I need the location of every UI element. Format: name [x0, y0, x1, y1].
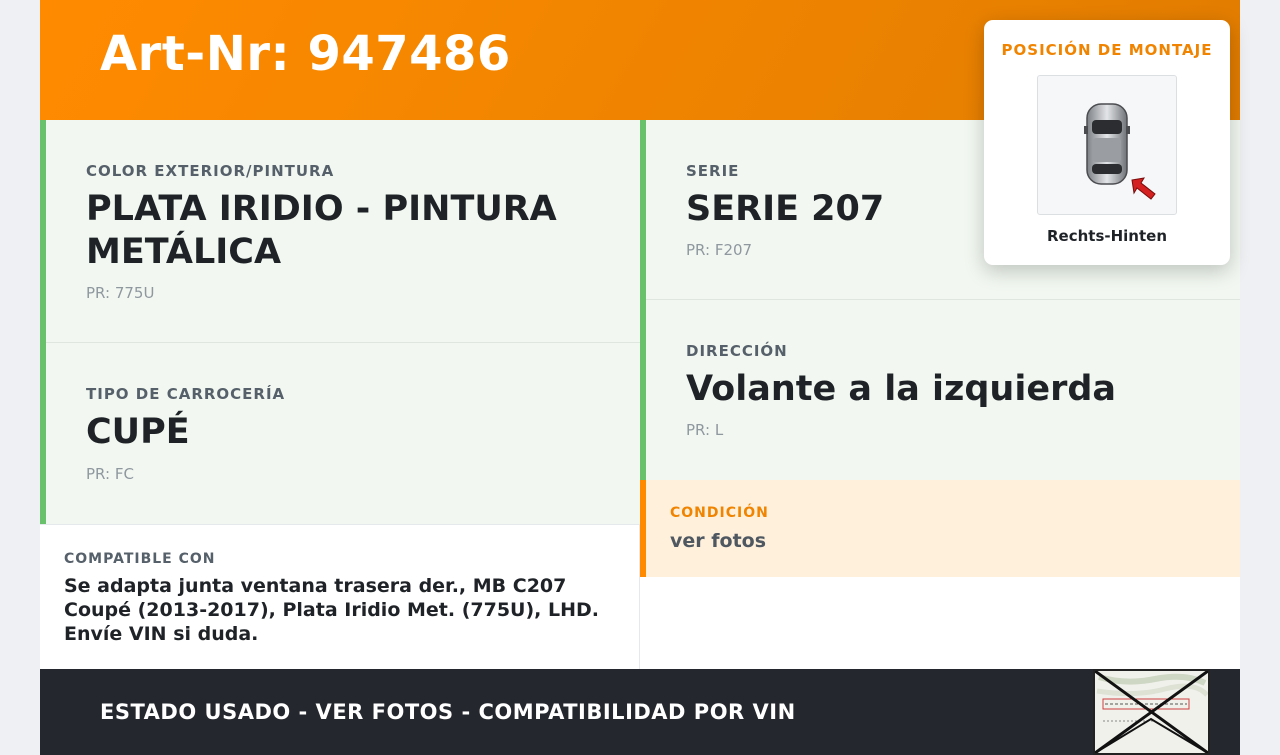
article-number-title: Art-Nr: 947486: [100, 26, 511, 82]
body-type-pr-code: PR: FC: [86, 465, 134, 483]
steering-cell: DIRECCIÓN Volante a la izquierda PR: L: [640, 300, 1240, 480]
steering-label: DIRECCIÓN: [686, 342, 788, 360]
body-type-value: CUPÉ: [86, 412, 190, 452]
mounting-position-image[interactable]: [1037, 75, 1177, 215]
footer-text: ESTADO USADO - VER FOTOS - COMPATIBILIDA…: [100, 700, 796, 724]
column-divider: [639, 524, 640, 669]
vehicle-document-thumbnail[interactable]: [1093, 669, 1210, 755]
condition-box: CONDICIÓN ver fotos: [640, 480, 1240, 577]
condition-value: ver fotos: [670, 530, 767, 552]
mounting-position-title: POSICIÓN DE MONTAJE: [1001, 41, 1213, 59]
red-arrow-icon: [1131, 177, 1156, 200]
mounting-position-card: POSICIÓN DE MONTAJE Rechts-Hinten: [984, 20, 1230, 265]
document-image-icon: [1094, 669, 1209, 755]
mounting-position-caption: Rechts-Hinten: [1046, 227, 1167, 245]
color-cell: COLOR EXTERIOR/PINTURA PLATA IRIDIO - PI…: [40, 120, 640, 343]
steering-pr-code: PR: L: [686, 421, 724, 439]
compatibility-text: Se adapta junta ventana trasera der., MB…: [64, 575, 599, 645]
color-pr-code: PR: 775U: [86, 284, 155, 302]
body-type-cell: TIPO DE CARROCERÍA CUPÉ PR: FC: [40, 343, 640, 524]
body-type-label: TIPO DE CARROCERÍA: [86, 385, 286, 403]
series-label: SERIE: [686, 162, 740, 180]
compatibility-label: COMPATIBLE CON: [64, 551, 216, 567]
steering-value: Volante a la izquierda: [686, 369, 1117, 409]
footer-bar: ESTADO USADO - VER FOTOS - COMPATIBILIDA…: [40, 669, 1240, 755]
series-pr-code: PR: F207: [686, 241, 753, 259]
compatibility-box: COMPATIBLE CON Se adapta junta ventana t…: [40, 524, 639, 669]
color-label: COLOR EXTERIOR/PINTURA: [86, 162, 335, 180]
condition-label: CONDICIÓN: [670, 505, 769, 521]
color-value: PLATA IRIDIO - PINTURA METÁLICA: [86, 189, 557, 272]
